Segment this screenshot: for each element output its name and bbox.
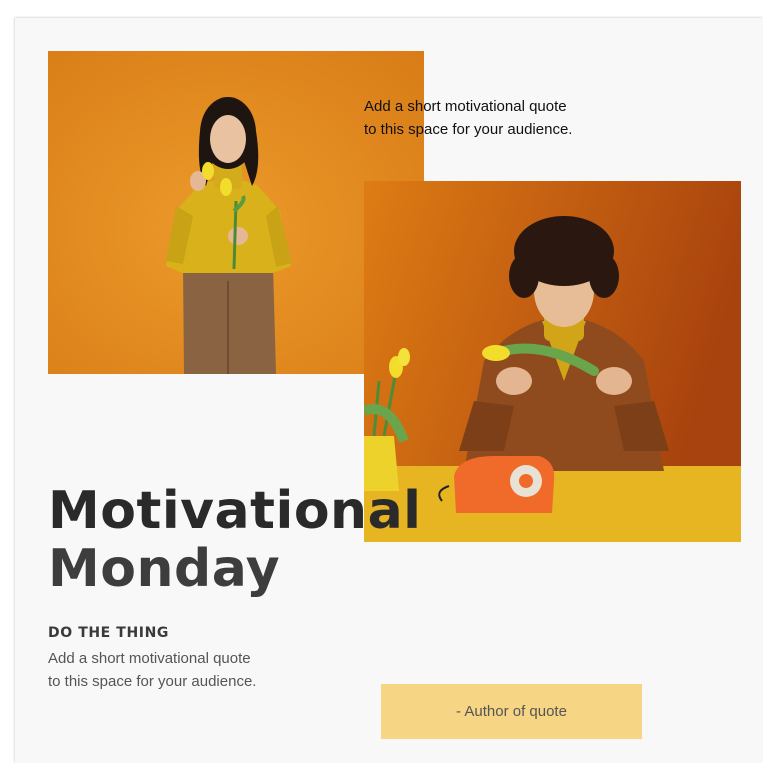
author-label: - Author of quote (456, 703, 567, 720)
post-card: Add a short motivational quote to this s… (15, 18, 763, 763)
quote-text-top: Add a short motivational quote to this s… (364, 98, 573, 138)
headline-line-1: Motivational (48, 481, 422, 541)
quote-text-bottom: Add a short motivational quote to this s… (48, 650, 257, 690)
headline-line-2: Monday (48, 539, 281, 599)
subheading: DO THE THING (48, 625, 169, 641)
headline: Motivational Monday (48, 482, 421, 598)
author-box: - Author of quote (381, 684, 642, 739)
